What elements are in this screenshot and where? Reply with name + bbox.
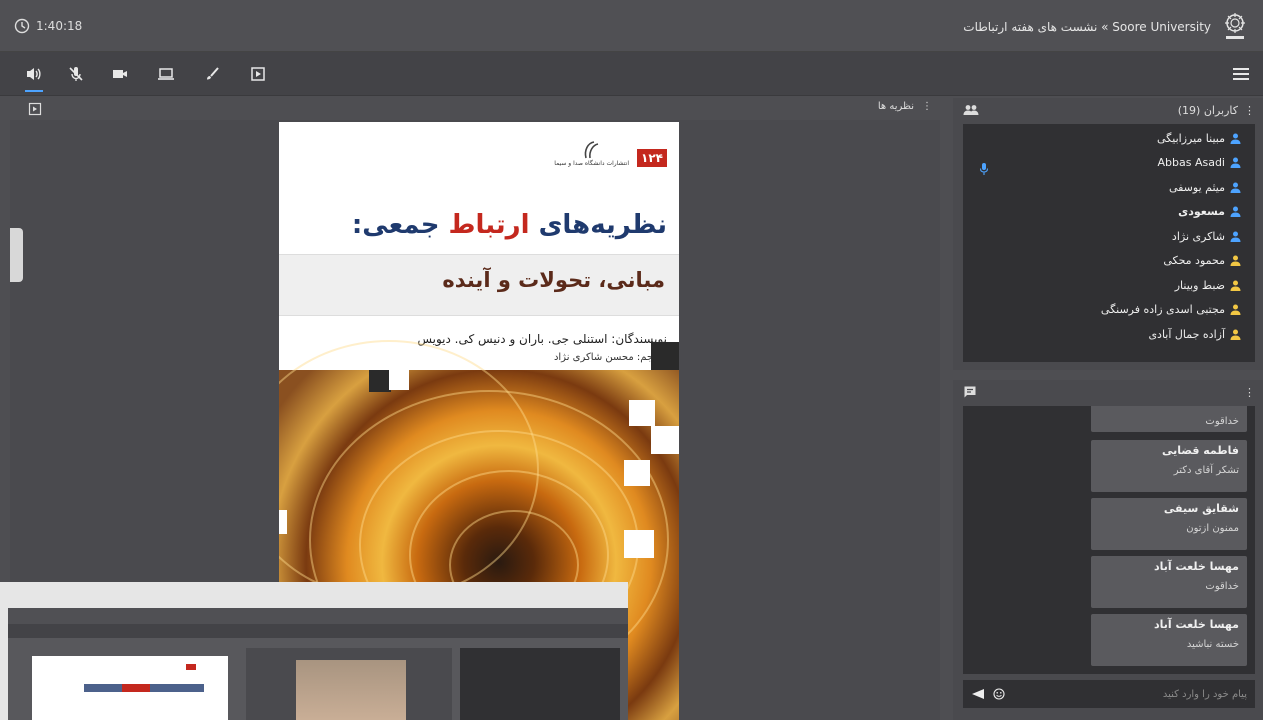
presentation-button[interactable]: [246, 62, 270, 86]
menu-button[interactable]: [1229, 62, 1253, 86]
user-item[interactable]: آزاده جمال آبادی: [963, 322, 1255, 347]
user-name: آزاده جمال آبادی: [1148, 327, 1225, 341]
chat-message: خداقوت: [1091, 406, 1247, 432]
book-title-part2: جمعی:: [351, 210, 449, 240]
user-item[interactable]: مجتبی اسدی زاده فرسنگی: [963, 298, 1255, 323]
chat-input[interactable]: پیام خود را وارد کنید: [963, 680, 1255, 708]
message-text: ممنون ازتون: [1186, 523, 1239, 534]
publisher-logo: انتشارات دانشگاه صدا و سیما: [554, 140, 629, 167]
active-mic-icon: [979, 163, 989, 175]
user-icon: [1230, 182, 1241, 193]
overlay-topbar: [8, 608, 628, 624]
chat-icon: [964, 386, 976, 398]
university-logo: [1221, 12, 1249, 42]
user-item[interactable]: شاکری نژاد: [963, 224, 1255, 249]
users-title: کاربران (19): [1177, 103, 1238, 117]
toolbar: [0, 52, 1263, 96]
speaker-icon: [27, 68, 41, 80]
user-name: ضبط وبینار: [1174, 278, 1225, 292]
users-list: مبینا میرزابیگی Abbas Asadi میثم یوسفی مسعو…: [963, 124, 1255, 362]
user-name: شاکری نژاد: [1171, 229, 1225, 243]
book-authors: نویسندگان: استنلی جی. باران و دنیس کی. د…: [417, 332, 667, 346]
user-icon: [1230, 206, 1241, 218]
overlay-inner: [8, 608, 628, 720]
user-item[interactable]: ضبط وبینار: [963, 273, 1255, 298]
chat-options-icon[interactable]: ⋮: [1244, 386, 1255, 399]
message-sender: مهسا خلعت آباد: [1153, 560, 1239, 573]
overlay-face: [296, 660, 406, 720]
series-number: ۱۲۴: [637, 149, 667, 167]
presentation-options-icon[interactable]: ⋮: [922, 101, 932, 112]
message-text: تشکر آقای دکتر: [1173, 465, 1239, 476]
chat-messages: خداقوت فاطمه قضایی تشکر آقای دکتر شقایق …: [963, 406, 1255, 674]
brush-icon: [207, 67, 219, 80]
message-text: خسته نباشید: [1186, 639, 1239, 650]
chat-input-placeholder: پیام خود را وارد کنید: [1162, 688, 1247, 700]
user-icon: [1230, 304, 1241, 316]
hamburger-icon: [1233, 68, 1249, 80]
message-text: خداقوت: [1205, 416, 1239, 427]
user-name: مجتبی اسدی زاده فرسنگی: [1100, 303, 1225, 317]
session-clock: 1:40:18: [14, 18, 82, 34]
speaker-button[interactable]: [22, 62, 46, 92]
user-name: Abbas Asadi: [1157, 156, 1226, 170]
sidebar-handle[interactable]: [10, 228, 23, 282]
clock-icon: [14, 18, 30, 34]
user-icon: [1230, 157, 1241, 169]
clock-text: 1:40:18: [36, 19, 83, 33]
whiteboard-button[interactable]: [200, 62, 224, 86]
user-item[interactable]: مسعودی: [963, 200, 1255, 225]
presentation-toggle-icon[interactable]: [28, 102, 42, 116]
book-title-part1: نظریه‌های: [529, 210, 667, 240]
user-name: میثم یوسفی: [1168, 180, 1225, 194]
publisher-name: انتشارات دانشگاه صدا و سیما: [554, 160, 630, 167]
chat-message: مهسا خلعت آباد خسته نباشید: [1091, 614, 1247, 666]
overlay-toolbar: [8, 624, 628, 638]
user-icon: [1230, 133, 1241, 144]
user-icon: [1230, 255, 1241, 267]
user-name: مبینا میرزابیگی: [1157, 131, 1225, 145]
message-sender: مهسا خلعت آباد: [1153, 618, 1239, 631]
user-name: مسعودی: [1178, 205, 1225, 219]
user-icon: [1230, 231, 1241, 242]
overlay-users: [460, 648, 620, 720]
book-subtitle: مبانی، تحولات و آینده: [442, 268, 665, 292]
message-sender: شقایق سیفی: [1163, 502, 1239, 515]
mic-toggle-button[interactable]: [64, 62, 88, 86]
user-item[interactable]: محمود محکی: [963, 249, 1255, 274]
user-name: محمود محکی: [1163, 254, 1225, 268]
message-text: خداقوت: [1205, 581, 1239, 592]
send-icon[interactable]: [971, 688, 985, 700]
user-item[interactable]: میثم یوسفی: [963, 175, 1255, 200]
user-item[interactable]: Abbas Asadi: [963, 151, 1255, 176]
overlay-book-slide: [32, 656, 228, 720]
chat-message: شقایق سیفی ممنون ازتون: [1091, 498, 1247, 550]
book-title-red: ارتباط: [448, 210, 530, 240]
message-sender: فاطمه قضایی: [1162, 444, 1239, 457]
camera-icon: [113, 70, 127, 78]
users-panel: ⋮ کاربران (19) مبینا میرزابیگی Abbas Asadi…: [953, 98, 1263, 370]
presentation-title: نظریه ها: [877, 101, 914, 112]
presentation-header: ⋮ نظریه ها: [10, 98, 940, 120]
user-item[interactable]: مبینا میرزابیگی: [963, 126, 1255, 151]
chat-message: مهسا خلعت آباد خداقوت: [1091, 556, 1247, 608]
overlay-screenshot: [0, 582, 628, 720]
mic-muted-icon: [69, 67, 83, 81]
chat-message: فاطمه قضایی تشکر آقای دکتر: [1091, 440, 1247, 492]
book-title: نظریه‌های ارتباط جمعی:: [352, 210, 667, 240]
user-icon: [1230, 280, 1241, 291]
top-bar: 1:40:18 Soore University » نشست های هفته…: [0, 0, 1263, 52]
overlay-video: [246, 648, 452, 720]
screen-share-button[interactable]: [154, 62, 178, 86]
screen-share-icon: [158, 68, 174, 80]
emoji-icon[interactable]: [993, 688, 1005, 700]
users-icon: [963, 105, 979, 115]
presentation-icon: [251, 67, 265, 81]
camera-button[interactable]: [108, 62, 132, 86]
chat-panel: ⋮ خداقوت فاطمه قضایی تشکر آقای دکتر شقای…: [953, 380, 1263, 720]
user-icon: [1230, 329, 1241, 340]
meeting-title: Soore University » نشست های هفته ارتباطا…: [963, 20, 1211, 34]
users-options-icon[interactable]: ⋮: [1244, 104, 1255, 117]
